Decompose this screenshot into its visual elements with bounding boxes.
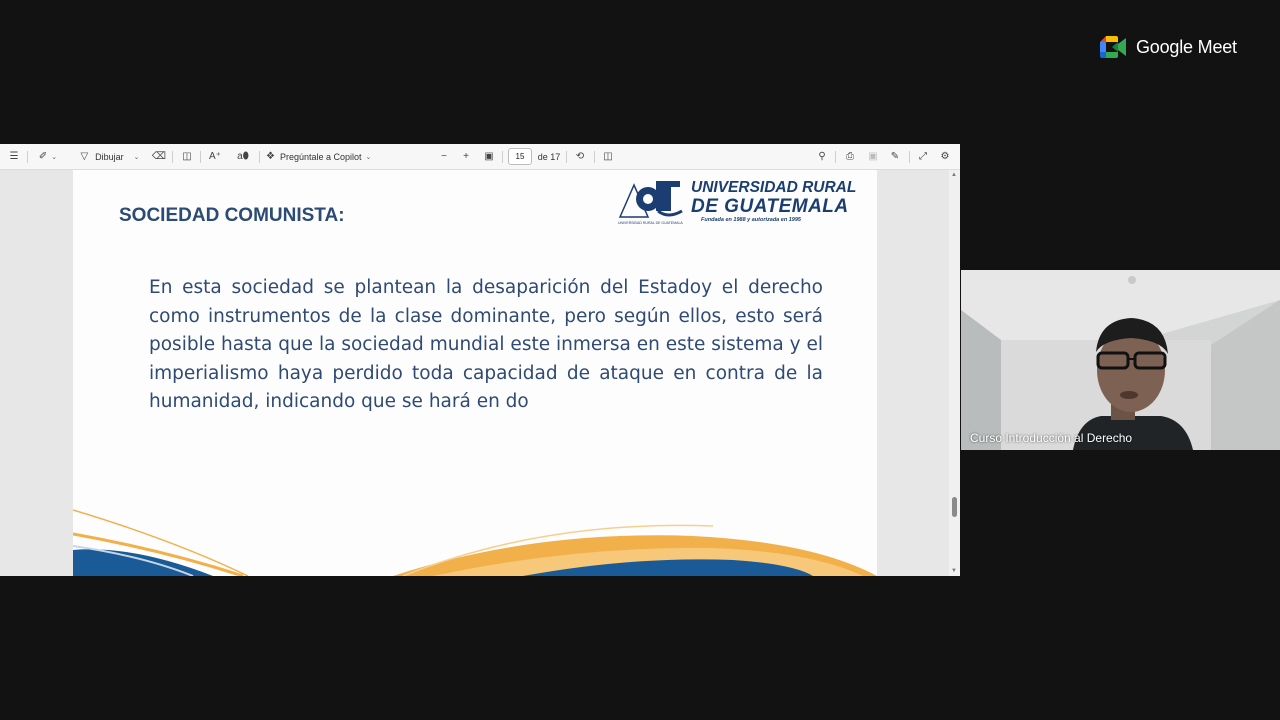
annotate-button[interactable]: ✎ (887, 144, 903, 170)
save-icon: ▣ (868, 151, 878, 162)
toolbar-divider (27, 151, 28, 163)
zoom-in-icon: + (463, 151, 469, 162)
toolbar-divider (835, 151, 836, 163)
save-button[interactable]: ▣ (865, 144, 881, 170)
toolbar-divider (502, 151, 503, 163)
rotate-icon: ⟲ (575, 151, 585, 162)
search-button[interactable]: ⚲ (814, 144, 830, 170)
google-meet-logo: Google Meet (1100, 34, 1237, 60)
toolbar-divider (200, 151, 201, 163)
copilot-button[interactable]: ❖ Pregúntale a Copilot ⌄ (266, 144, 378, 170)
text-box-button[interactable]: ◫ (179, 144, 195, 170)
search-icon: ⚲ (818, 151, 826, 162)
participant-video (961, 270, 1280, 450)
meet-brand-label: Google Meet (1136, 36, 1237, 57)
highlight-button[interactable]: ✐ ⌄ (34, 144, 62, 170)
toolbar-divider (566, 151, 567, 163)
scroll-up-icon[interactable]: ▲ (951, 172, 957, 178)
participant-name: Curso Introducción al Derecho (970, 431, 1133, 445)
page-number-input[interactable] (508, 148, 532, 165)
toolbar-divider (172, 151, 173, 163)
pdf-toolbar: ☰ ✐ ⌄ ▽ Dibujar ⌄ ⌫ ◫ A⁺ a⬮ ❖ Pregúntale… (0, 144, 960, 170)
decorative-waves (73, 509, 877, 576)
toolbar-divider (259, 151, 260, 163)
chevron-down-icon: ⌄ (133, 154, 140, 161)
pdf-viewer: ☰ ✐ ⌄ ▽ Dibujar ⌄ ⌫ ◫ A⁺ a⬮ ❖ Pregúntale… (0, 144, 960, 576)
annotate-icon: ✎ (890, 151, 900, 162)
settings-icon: ⚙ (940, 151, 950, 162)
fit-page-button[interactable]: ▣ (481, 144, 497, 170)
fullscreen-button[interactable]: ⤢ (915, 144, 931, 170)
eraser-icon: ⌫ (151, 151, 167, 162)
logo-small-text: UNIVERSIDAD RURAL DE GUATEMALA (618, 221, 683, 225)
shared-screen: ☰ ✐ ⌄ ▽ Dibujar ⌄ ⌫ ◫ A⁺ a⬮ ❖ Pregúntale… (0, 0, 960, 720)
zoom-in-button[interactable]: + (459, 144, 473, 170)
meet-icon (1100, 36, 1126, 58)
settings-button[interactable]: ⚙ (937, 144, 953, 170)
slide-page: UNIVERSIDAD RURAL DE GUATEMALA Fundada e… (73, 170, 877, 576)
slide-body-text: En esta sociedad se plantean la desapari… (149, 277, 823, 412)
page-total: de 17 (537, 144, 561, 170)
erase-button[interactable]: ⌫ (151, 144, 167, 170)
university-logo: UNIVERSIDAD RURAL DE GUATEMALA Fundada e… (618, 177, 856, 227)
slide-title: SOCIEDAD COMUNISTA: (119, 205, 345, 226)
page-view-icon: ◫ (603, 151, 613, 162)
logo-emblem (618, 181, 683, 218)
draw-button[interactable]: ▽ Dibujar ⌄ (76, 144, 144, 170)
toolbar-divider (909, 151, 910, 163)
logo-tagline: Fundada en 1988 y autorizada en 1995 (701, 217, 801, 223)
scroll-thumb[interactable] (952, 497, 957, 517)
scroll-down-icon[interactable]: ▼ (951, 568, 957, 574)
list-icon: ☰ (9, 151, 19, 162)
text-box-icon: ◫ (182, 151, 192, 162)
logo-text-line1: UNIVERSIDAD RURAL (691, 179, 857, 196)
read-aloud-button[interactable]: A⁺ (207, 144, 223, 170)
rotate-button[interactable]: ⟲ (572, 144, 588, 170)
draw-icon: ▽ (80, 151, 89, 162)
logo-text-line2: DE GUATEMALA (691, 196, 849, 217)
read-aloud-icon: A⁺ (209, 151, 221, 162)
fullscreen-icon: ⤢ (919, 151, 927, 162)
draw-label: Dibujar (95, 152, 124, 162)
page-total-label: de 17 (537, 152, 561, 162)
copilot-label: Pregúntale a Copilot (279, 152, 362, 162)
zoom-out-icon: − (441, 151, 447, 162)
fit-page-icon: ▣ (484, 151, 494, 162)
translate-button[interactable]: a⬮ (234, 144, 252, 170)
participant-video-tile[interactable]: Curso Introducción al Derecho (961, 270, 1280, 450)
chevron-down-icon: ⌄ (51, 154, 58, 161)
translate-icon: a⬮ (237, 151, 249, 162)
copilot-icon: ❖ (266, 151, 275, 162)
print-button[interactable]: ⎙ (842, 144, 858, 170)
toolbar-divider (594, 151, 595, 163)
page-view-button[interactable]: ◫ (600, 144, 616, 170)
vertical-scrollbar[interactable]: ▲ ▼ (949, 170, 960, 576)
contents-button[interactable]: ☰ (6, 144, 22, 170)
highlight-icon: ✐ (38, 151, 48, 162)
print-icon: ⎙ (846, 151, 854, 162)
zoom-out-button[interactable]: − (437, 144, 451, 170)
chevron-down-icon: ⌄ (365, 154, 372, 161)
